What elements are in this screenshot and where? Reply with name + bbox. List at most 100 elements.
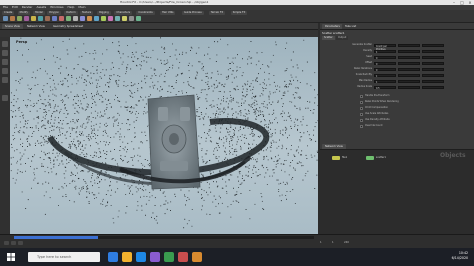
taskbar-app-icon[interactable]	[122, 252, 132, 262]
play-forward-button[interactable]	[18, 241, 23, 245]
shelf-tab-terrain-fx[interactable]: Terrain FX	[208, 11, 226, 15]
parameter-field[interactable]	[398, 73, 420, 77]
parameter-label: Max Radius	[358, 79, 372, 82]
shelf-tool-icon[interactable]	[10, 16, 15, 21]
parameter-field[interactable]: 1	[374, 79, 396, 84]
parameter-field[interactable]	[422, 61, 444, 65]
tab-network-view[interactable]: Network View	[24, 24, 48, 29]
shelf-tab-polygon[interactable]: Polygon	[47, 11, 62, 15]
parameter-field[interactable]: 0	[374, 55, 396, 60]
windows-start-icon[interactable]	[6, 252, 16, 262]
parameter-field[interactable]: Count per Primitive	[374, 43, 396, 51]
parameter-field[interactable]: 1	[374, 49, 396, 54]
parameter-checkbox[interactable]	[360, 100, 363, 104]
tab-network-editor[interactable]: Network View	[322, 144, 346, 149]
stop-button[interactable]	[11, 241, 16, 245]
parameter-field[interactable]	[398, 43, 420, 47]
view-tool-icon[interactable]	[2, 95, 8, 101]
shelf-tool-icon[interactable]	[94, 16, 99, 21]
shelf-tool-icon[interactable]	[66, 16, 71, 21]
shelf-tool-icon[interactable]	[129, 16, 134, 21]
tab-take-list[interactable]: Take List	[342, 24, 360, 29]
parameter-field[interactable]	[422, 85, 444, 89]
node-scatter1[interactable]	[366, 156, 374, 160]
shelf-tab-characters[interactable]: Characters	[114, 11, 133, 15]
parameter-field[interactable]	[398, 79, 420, 83]
frame-current[interactable]: 1	[332, 241, 334, 244]
shelf-tab-simple-fx[interactable]: Simple FX	[230, 11, 248, 15]
parameter-checkbox[interactable]	[360, 106, 363, 110]
shelf-tab-guide-process[interactable]: Guide Process	[182, 11, 204, 15]
parameter-field[interactable]: 0	[374, 67, 396, 72]
taskbar-app-icon[interactable]	[136, 252, 146, 262]
rotate-tool-icon[interactable]	[2, 59, 8, 65]
shelf-tool-icon[interactable]	[122, 16, 127, 21]
shelf-tool-icon[interactable]	[59, 16, 64, 21]
shelf-tab-constraints[interactable]: Constraints	[136, 11, 155, 15]
parameter-field[interactable]: 0.5	[374, 85, 396, 90]
viewport-camera-label[interactable]: Persp	[16, 40, 27, 44]
parameter-checkbox[interactable]	[360, 118, 363, 122]
taskbar-app-icon[interactable]	[108, 252, 118, 262]
taskbar-search-input[interactable]: Type here to search	[28, 252, 100, 262]
taskbar-app-icon[interactable]	[164, 252, 174, 262]
parameter-field[interactable]	[422, 79, 444, 83]
taskbar-app-icon[interactable]	[192, 252, 202, 262]
scale-tool-icon[interactable]	[2, 68, 8, 74]
parameter-editor: Scatter scatter1 Scatter Output Generate…	[320, 30, 474, 143]
parameter-field[interactable]	[398, 55, 420, 59]
shelf-tool-icon[interactable]	[80, 16, 85, 21]
shelf-tool-icon[interactable]	[52, 16, 57, 21]
shelf-tab-deform[interactable]: Deform	[64, 11, 78, 15]
move-tool-icon[interactable]	[2, 50, 8, 56]
subtab-output[interactable]: Output	[336, 36, 349, 40]
subtab-scatter[interactable]: Scatter	[322, 36, 335, 40]
shelf-tool-icon[interactable]	[38, 16, 43, 21]
parameter-field[interactable]	[398, 67, 420, 71]
shelf-tab-rigging[interactable]: Rigging	[97, 11, 111, 15]
parameter-field[interactable]	[398, 61, 420, 65]
shelf-tab-texture[interactable]: Texture	[80, 11, 94, 15]
parameter-row: Seed 0	[320, 55, 474, 60]
parameter-field[interactable]: 1	[374, 73, 396, 78]
handle-tool-icon[interactable]	[2, 77, 8, 83]
frame-end[interactable]: 240	[344, 241, 349, 244]
shelf-tab-modify[interactable]: Modify	[17, 11, 30, 15]
shelf-tab-hair-utils[interactable]: Hair Utils	[160, 11, 176, 15]
network-editor[interactable]: file1 scatter1	[320, 150, 474, 234]
parameter-field[interactable]	[422, 55, 444, 59]
shelf-tool-icon[interactable]	[24, 16, 29, 21]
tab-parameters[interactable]: Parameters	[322, 24, 343, 29]
shelf-tool-icon[interactable]	[108, 16, 113, 21]
shelf-tool-icon[interactable]	[115, 16, 120, 21]
shelf-tool-icon[interactable]	[73, 16, 78, 21]
shelf-tab-create[interactable]: Create	[2, 11, 15, 15]
parameter-field[interactable]	[422, 43, 444, 47]
play-back-button[interactable]	[4, 241, 9, 245]
shelf-tool-icon[interactable]	[3, 16, 8, 21]
shelf-tool-icon[interactable]	[136, 16, 141, 21]
parameter-field[interactable]	[422, 49, 444, 53]
shelf-tool-icon[interactable]	[87, 16, 92, 21]
shelf-tool-icon[interactable]	[17, 16, 22, 21]
parameter-field[interactable]	[398, 49, 420, 53]
tab-geometry-spreadsheet[interactable]: Geometry Spreadsheet	[50, 24, 87, 29]
parameter-checkbox[interactable]	[360, 124, 363, 128]
parameter-field[interactable]	[398, 85, 420, 89]
parameter-checkbox[interactable]	[360, 112, 363, 116]
shelf-tool-icon[interactable]	[45, 16, 50, 21]
parameter-field[interactable]: 0	[374, 61, 396, 66]
select-tool-icon[interactable]	[2, 41, 8, 47]
shelf-tab-model[interactable]: Model	[33, 11, 45, 15]
parameter-field[interactable]	[422, 67, 444, 71]
parameter-field[interactable]	[422, 73, 444, 77]
scene-viewport[interactable]	[10, 37, 318, 234]
taskbar-app-icon[interactable]	[150, 252, 160, 262]
frame-start[interactable]: 1	[320, 241, 322, 244]
node-file1[interactable]	[332, 156, 340, 160]
shelf-tool-icon[interactable]	[101, 16, 106, 21]
shelf-tool-icon[interactable]	[31, 16, 36, 21]
taskbar-app-icon[interactable]	[178, 252, 188, 262]
tab-scene-view[interactable]: Scene View	[2, 24, 23, 29]
parameter-checkbox[interactable]	[360, 94, 363, 98]
